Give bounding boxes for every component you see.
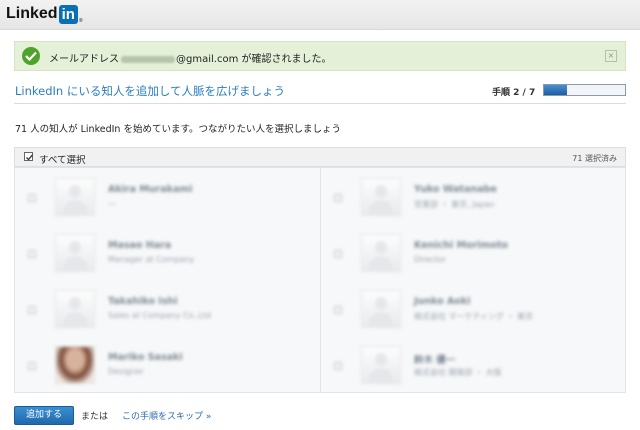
top-bar: Linked in ® (0, 0, 640, 30)
contact-subtitle: 営業部 ・ 東京, Japan (414, 200, 495, 209)
avatar (55, 346, 95, 384)
contact-name: Junko Aoki (414, 296, 471, 307)
contact-subtitle: 株式会社 マーケティング ・ 東京 (414, 312, 533, 321)
contact-checkbox[interactable] (334, 194, 342, 202)
contact-checkbox[interactable] (28, 194, 36, 202)
contact-name: Kenichi Morimoto (414, 240, 509, 251)
avatar (55, 290, 95, 328)
notice-message: メールアドレス @gmail.com が確認されました。 (49, 50, 332, 65)
confirmation-notice: メールアドレス @gmail.com が確認されました。 × (14, 41, 626, 71)
contacts-grid: Akira Murakami — Yuko Watanabe 営業部 ・ 東京,… (14, 167, 626, 393)
redacted-email (121, 55, 175, 63)
contact-name: Mariko Sasaki (108, 352, 183, 363)
logo-text: Linked (6, 5, 58, 22)
or-text: または (81, 412, 109, 422)
contact-name: Yuko Watanabe (414, 184, 497, 195)
contact-subtitle: 株式会社 開発部 ・ 大阪 (414, 368, 502, 377)
contact-checkbox[interactable] (28, 250, 36, 258)
contact-checkbox[interactable] (28, 306, 36, 314)
logo-in-badge: in (58, 4, 78, 24)
notice-message-suffix: @gmail.com が確認されました。 (176, 54, 332, 65)
select-all-label[interactable]: すべて選択 (39, 152, 85, 166)
avatar (361, 234, 401, 272)
contact-card[interactable]: Takahiko Ishi Sales at Company Co.,Ltd (15, 282, 315, 338)
contacts-description: 71 人の知人が LinkedIn を始めています。つながりたい人を選択しましょ… (15, 124, 342, 135)
progress-bar (543, 84, 626, 96)
contact-subtitle: — (108, 199, 116, 208)
contact-card[interactable]: Masao Hara Manager at Company (15, 226, 315, 282)
contact-card[interactable]: Mariko Sasaki Designer (15, 338, 315, 392)
skip-step-link[interactable]: この手順をスキップ » (122, 409, 211, 422)
logo-trademark: ® (78, 18, 83, 24)
contact-card[interactable]: Junko Aoki 株式会社 マーケティング ・ 東京 (321, 282, 621, 338)
avatar (55, 234, 95, 272)
add-connections-button[interactable]: 追加する (14, 406, 74, 425)
selected-count: 71 選択済み (572, 154, 617, 163)
check-icon (22, 47, 40, 65)
select-all-checkbox[interactable] (24, 152, 33, 161)
avatar (361, 178, 401, 216)
contact-checkbox[interactable] (334, 306, 342, 314)
avatar (55, 178, 95, 216)
select-all-bar: すべて選択 71 選択済み (14, 147, 626, 167)
contact-card[interactable]: Akira Murakami — (15, 170, 315, 226)
linkedin-logo[interactable]: Linked in ® (6, 4, 83, 24)
contact-checkbox[interactable] (28, 362, 36, 370)
contact-name: Akira Murakami (108, 184, 193, 195)
contact-name: Masao Hara (108, 240, 172, 251)
contact-card[interactable]: 鈴木 優一 株式会社 開発部 ・ 大阪 (321, 338, 621, 392)
avatar (361, 346, 401, 384)
contact-checkbox[interactable] (334, 362, 342, 370)
contact-subtitle: Designer (108, 367, 144, 376)
contact-subtitle: Manager at Company (108, 255, 195, 264)
contact-subtitle: Sales at Company Co.,Ltd (108, 311, 212, 320)
contact-name: Takahiko Ishi (108, 296, 178, 307)
progress-fill (544, 85, 568, 95)
wizard-title: LinkedIn にいる知人を追加して人脈を広げましょう (15, 84, 286, 98)
contact-checkbox[interactable] (334, 250, 342, 258)
avatar (361, 290, 401, 328)
notice-message-prefix: メールアドレス (49, 54, 119, 65)
contact-card[interactable]: Yuko Watanabe 営業部 ・ 東京, Japan (321, 170, 621, 226)
close-notice-button[interactable]: × (605, 50, 617, 62)
divider (14, 103, 626, 104)
step-indicator: 手順 2 / 7 (492, 88, 536, 98)
contact-name: 鈴木 優一 (414, 355, 456, 366)
contact-subtitle: Director (414, 255, 447, 264)
contact-card[interactable]: Kenichi Morimoto Director (321, 226, 621, 282)
